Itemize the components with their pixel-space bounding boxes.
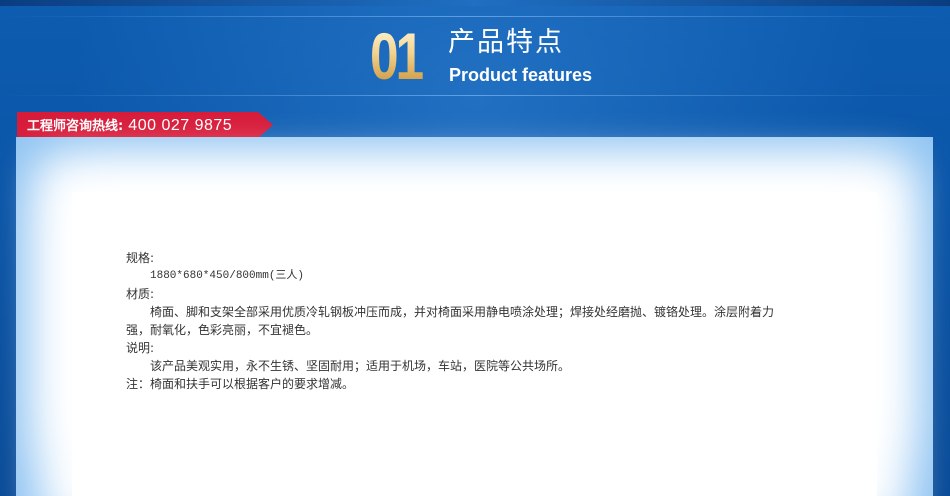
header-top-line bbox=[0, 16, 950, 17]
hotline-phone[interactable]: 400 027 9875 bbox=[128, 117, 232, 134]
top-strip bbox=[0, 0, 950, 6]
spec-value: 1880*680*450/800mm(三人) bbox=[150, 270, 305, 282]
header-bottom-line bbox=[0, 95, 950, 96]
material-text: 椅面、脚和支架全部采用优质冷轧钢板冲压而成，并对椅面采用静电喷涂处理；焊接处经磨… bbox=[126, 305, 775, 337]
hotline-label: 工程师咨询热线: bbox=[27, 119, 124, 134]
desc-text: 该产品美观实用，永不生锈、坚固耐用；适用于机场，车站，医院等公共场所。 bbox=[150, 359, 571, 373]
desc-label: 说明: bbox=[126, 341, 155, 355]
section-number: 01 bbox=[370, 23, 425, 89]
section-title-cn: 产品特点 bbox=[448, 27, 564, 58]
material-label: 材质: bbox=[126, 287, 155, 301]
spec-label: 规格: bbox=[126, 251, 155, 265]
section-title-en: Product features bbox=[449, 65, 593, 85]
product-description: 规格: 1880*680*450/800mm(三人) 材质: 椅面、脚和支架全部… bbox=[126, 249, 786, 393]
note-text: 注：椅面和扶手可以根据客户的要求增减。 bbox=[126, 377, 355, 391]
hotline-banner[interactable]: 工程师咨询热线: 400 027 9875 bbox=[17, 112, 273, 138]
